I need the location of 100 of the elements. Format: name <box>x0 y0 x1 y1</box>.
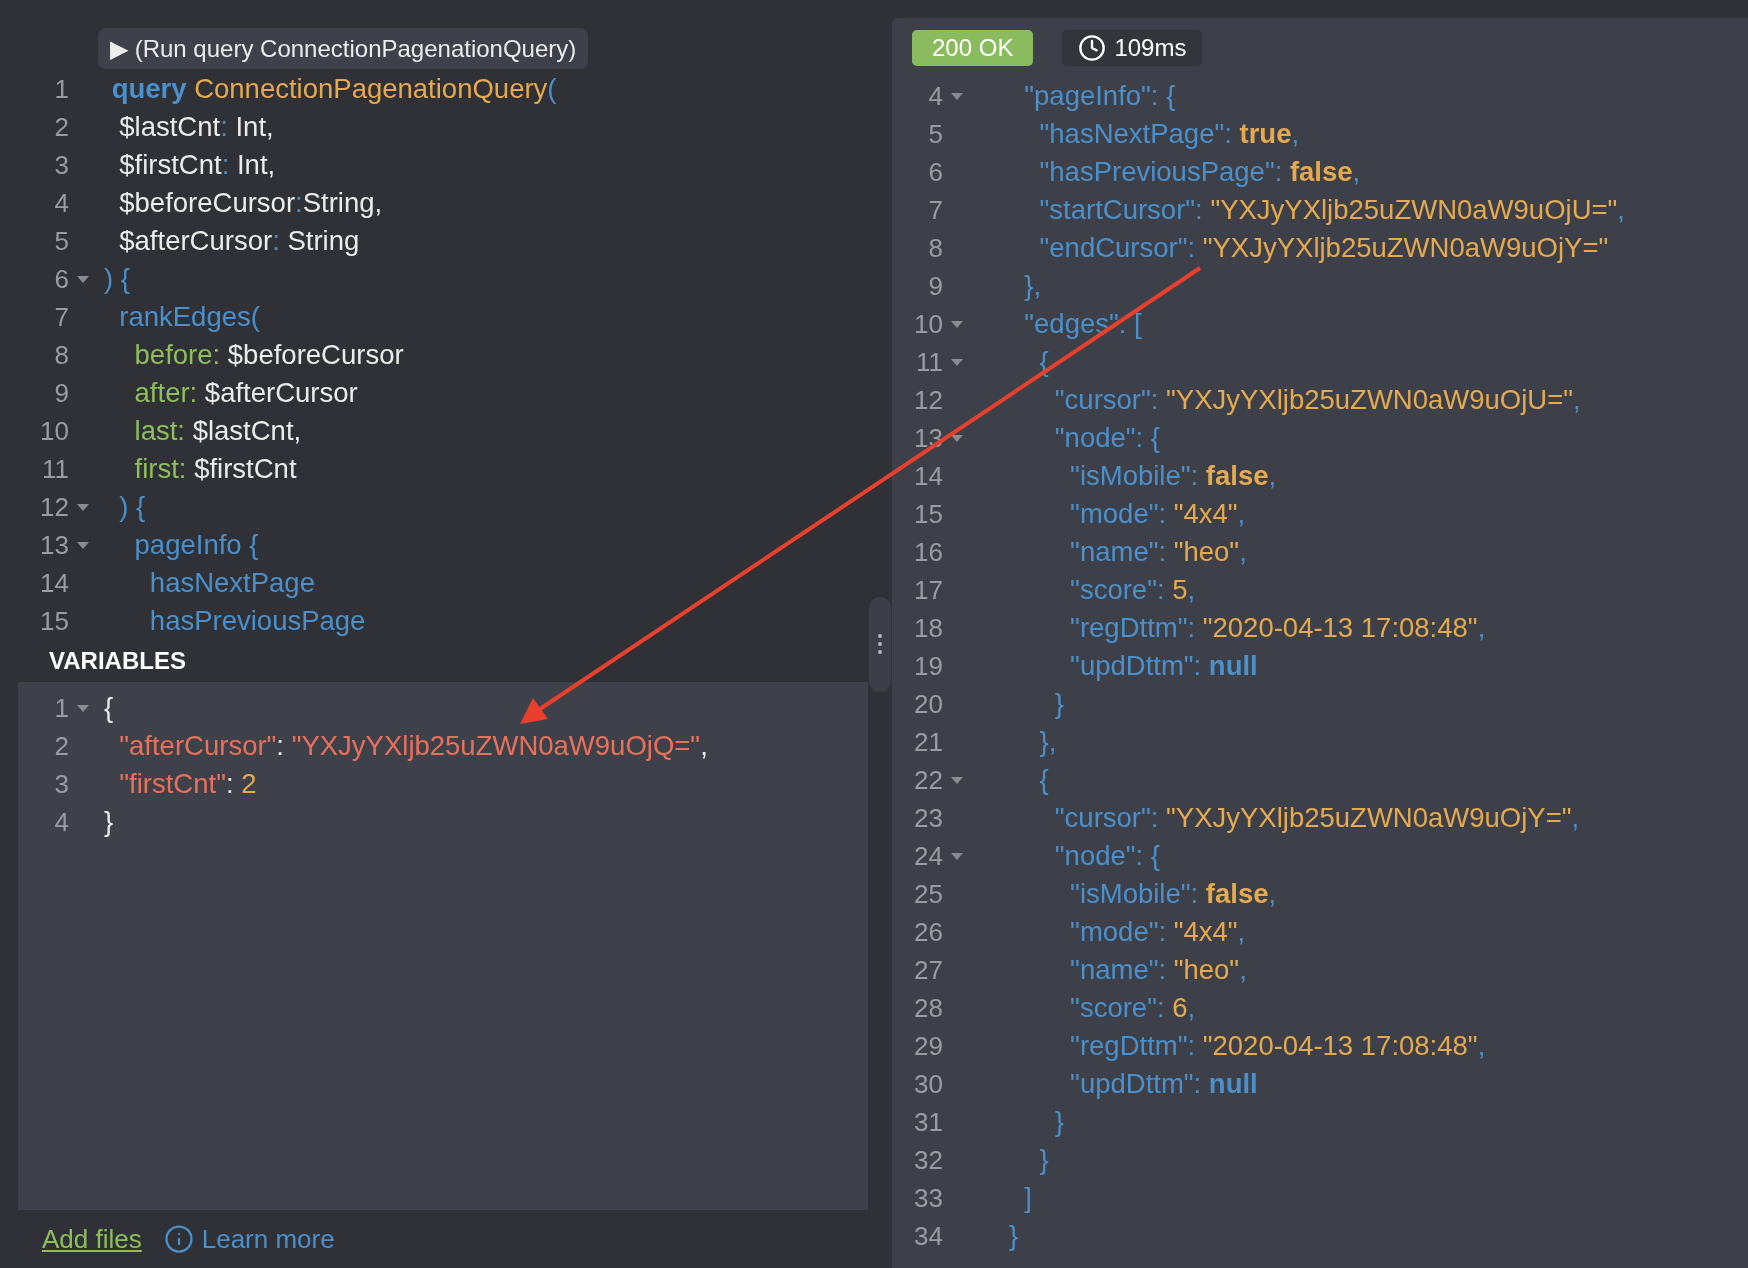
code-line: "node": { <box>1053 839 1160 873</box>
line-number: 4 <box>927 80 943 113</box>
code-line: ) { <box>104 262 130 296</box>
code-line: before: $beforeCursor <box>133 338 404 372</box>
code-line: "isMobile": false, <box>1069 459 1277 493</box>
line-number: 2 <box>53 730 69 763</box>
code-line: pageInfo { <box>133 528 259 562</box>
code-line: } <box>1009 1219 1019 1253</box>
code-line: "mode": "4x4", <box>1069 497 1246 531</box>
code-line: "afterCursor": "YXJyYXljb25uZWN0aW9uOjQ=", <box>118 729 708 763</box>
line-number: 8 <box>53 339 69 372</box>
line-number: 12 <box>39 491 69 524</box>
line-number: 10 <box>39 415 69 448</box>
line-number: 22 <box>913 764 943 797</box>
line-number: 30 <box>913 1068 943 1101</box>
learn-more-link[interactable]: Learn more <box>163 1219 335 1259</box>
code-line: "endCursor": "YXJyYXljb25uZWN0aW9uOjY=" <box>1038 231 1609 265</box>
code-line: }, <box>1038 725 1057 759</box>
code-line: rankEdges( <box>118 300 260 334</box>
code-line: "isMobile": false, <box>1069 877 1277 911</box>
code-line: ) { <box>118 490 146 524</box>
line-number: 14 <box>913 460 943 493</box>
variables-editor[interactable]: 1 { 2 "afterCursor": "YXJyYXljb25uZWN0aW9uOjQ=", 3 "firstCnt": 2 4 } <box>18 682 868 1210</box>
line-number: 11 <box>41 453 69 486</box>
code-line: "score": 5, <box>1069 573 1196 607</box>
line-number: 19 <box>913 650 943 683</box>
line-number: 17 <box>913 574 943 607</box>
code-line: "hasPreviousPage": false, <box>1038 155 1361 189</box>
code-line: after: $afterCursor <box>133 376 358 410</box>
line-number: 25 <box>913 878 943 911</box>
code-line: } <box>1053 687 1065 721</box>
code-line: hasNextPage <box>148 566 315 600</box>
code-line: } <box>1053 1105 1065 1139</box>
code-line: "regDttm": "2020-04-13 17:08:48", <box>1069 1029 1486 1063</box>
code-line: "hasNextPage": true, <box>1038 117 1300 151</box>
response-time-badge: 109ms <box>1062 29 1203 66</box>
add-files-link[interactable]: Add files <box>42 1219 142 1259</box>
caret-icon[interactable] <box>76 502 90 512</box>
line-number: 10 <box>913 308 943 341</box>
code-line: $beforeCursor:String, <box>118 186 383 220</box>
line-number: 4 <box>53 187 69 220</box>
caret-icon[interactable] <box>950 357 964 367</box>
line-number: 20 <box>913 688 943 721</box>
line-number: 34 <box>913 1220 943 1253</box>
line-number: 6 <box>53 263 69 296</box>
code-line: "mode": "4x4", <box>1069 915 1246 949</box>
code-line: "cursor": "YXJyYXljb25uZWN0aW9uOjY=", <box>1053 801 1580 835</box>
code-line: $lastCnt: Int, <box>118 110 274 144</box>
code-line: $firstCnt: Int, <box>118 148 276 182</box>
caret-icon[interactable] <box>950 91 964 101</box>
code-line: "startCursor": "YXJyYXljb25uZWN0aW9uOjU=", <box>1038 193 1625 227</box>
code-line: hasPreviousPage <box>148 604 366 638</box>
line-number: 24 <box>913 840 943 873</box>
line-number: 3 <box>53 768 69 801</box>
line-number: 6 <box>927 156 943 189</box>
code-line: query ConnectionPagenationQuery( <box>110 72 557 106</box>
line-number: 23 <box>913 802 943 835</box>
caret-icon[interactable] <box>76 703 90 713</box>
line-number: 14 <box>39 567 69 600</box>
code-line: "cursor": "YXJyYXljb25uZWN0aW9uOjU=", <box>1053 383 1581 417</box>
code-line: { <box>104 691 114 725</box>
resize-handle[interactable] <box>869 596 891 692</box>
code-line: first: $firstCnt <box>133 452 297 486</box>
line-number: 1 <box>53 692 69 725</box>
line-number: 26 <box>913 916 943 949</box>
line-number: 32 <box>913 1144 943 1177</box>
line-number: 9 <box>53 377 69 410</box>
code-line: "node": { <box>1053 421 1160 455</box>
line-number: 33 <box>913 1182 943 1215</box>
clock-icon <box>1078 33 1107 62</box>
line-number: 28 <box>913 992 943 1025</box>
code-line: "name": "heo", <box>1069 953 1247 987</box>
code-line: "score": 6, <box>1069 991 1196 1025</box>
line-number: 15 <box>39 605 69 638</box>
caret-icon[interactable] <box>76 540 90 550</box>
line-number: 1 <box>53 73 69 106</box>
code-line: } <box>104 805 114 839</box>
line-number: 7 <box>53 301 69 334</box>
line-number: 15 <box>913 498 943 531</box>
caret-icon[interactable] <box>950 851 964 861</box>
code-line: "pageInfo": { <box>1023 79 1176 113</box>
caret-icon[interactable] <box>76 274 90 284</box>
code-line: }, <box>1023 269 1042 303</box>
line-number: 11 <box>915 346 943 379</box>
line-number: 21 <box>913 726 943 759</box>
caret-icon[interactable] <box>950 433 964 443</box>
line-number: 31 <box>913 1106 943 1139</box>
line-number: 4 <box>53 806 69 839</box>
line-number: 3 <box>53 149 69 182</box>
caret-icon[interactable] <box>950 319 964 329</box>
line-number: 29 <box>913 1030 943 1063</box>
code-line: "name": "heo", <box>1069 535 1247 569</box>
line-number: 2 <box>53 111 69 144</box>
code-line: "firstCnt": 2 <box>118 767 257 801</box>
code-line: "updDttm": null <box>1069 1067 1258 1101</box>
run-query-button[interactable]: ▶ (Run query ConnectionPagenationQuery) <box>98 28 589 69</box>
code-line: last: $lastCnt, <box>133 414 302 448</box>
status-badge: 200 OK <box>912 29 1034 66</box>
caret-icon[interactable] <box>950 775 964 785</box>
code-line: $afterCursor: String <box>118 224 360 258</box>
